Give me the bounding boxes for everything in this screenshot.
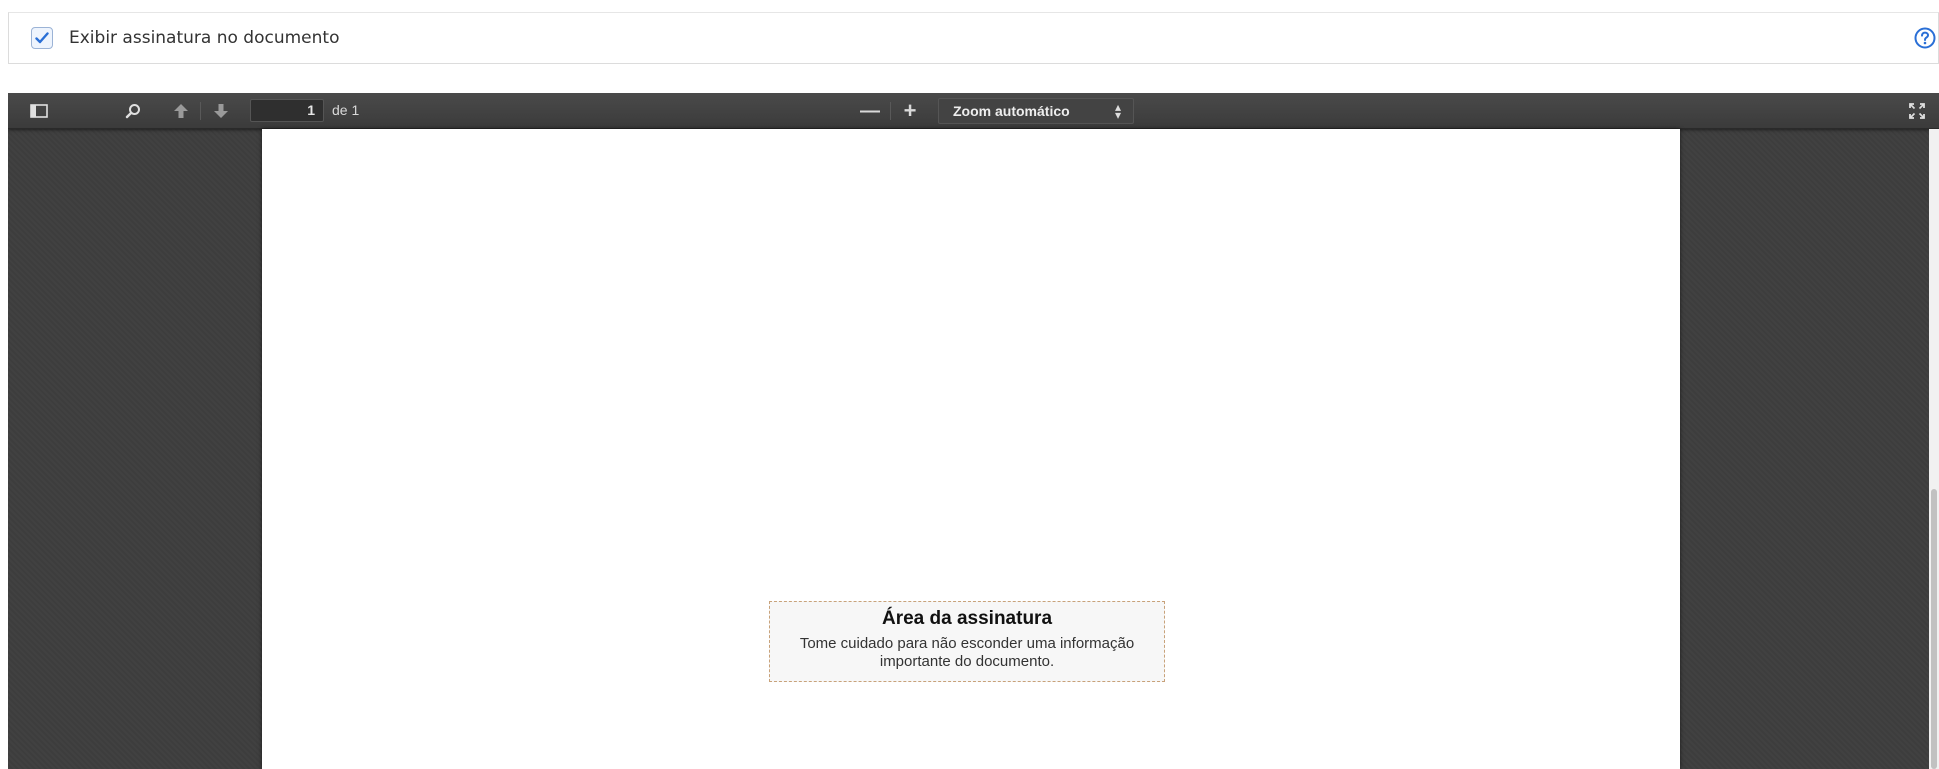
page-count-label: de 1 [332, 102, 360, 118]
signature-area[interactable]: Área da assinatura Tome cuidado para não… [769, 601, 1165, 682]
show-signature-option-bar: Exibir assinatura no documento [8, 12, 1939, 64]
arrow-down-icon[interactable] [208, 99, 234, 123]
zoom-select[interactable]: Zoom automático ▴ ▾ [938, 98, 1134, 124]
zoom-in-button[interactable]: + [896, 98, 924, 123]
arrow-up-icon[interactable] [168, 99, 194, 123]
signature-area-title: Área da assinatura [881, 608, 1053, 629]
page-number-input[interactable]: 1 [250, 99, 324, 122]
fullscreen-icon[interactable] [1904, 99, 1930, 123]
signature-area-message: Tome cuidado para não esconder uma infor… [799, 635, 1135, 670]
pdf-viewer: 1 de 1 — + Zoom automático ▴ ▾ Área da as… [8, 93, 1939, 769]
vertical-scrollbar[interactable] [1929, 129, 1939, 769]
checkmark-icon [35, 32, 49, 44]
question-circle-icon[interactable] [1912, 25, 1938, 51]
pdf-toolbar: 1 de 1 — + Zoom automático ▴ ▾ [8, 93, 1939, 129]
toolbar-separator [200, 102, 201, 120]
toolbar-separator [890, 102, 891, 120]
zoom-select-value: Zoom automático [953, 103, 1070, 119]
search-icon[interactable] [120, 99, 146, 123]
scrollbar-thumb[interactable] [1931, 489, 1937, 769]
show-signature-checkbox[interactable] [31, 27, 53, 49]
zoom-out-button[interactable]: — [856, 99, 884, 123]
show-signature-label[interactable]: Exibir assinatura no documento [69, 28, 339, 48]
pdf-page: Área da assinatura Tome cuidado para não… [262, 129, 1680, 769]
select-caret-icon: ▴ ▾ [1114, 100, 1121, 122]
sidebar-toggle-icon[interactable] [26, 99, 52, 123]
